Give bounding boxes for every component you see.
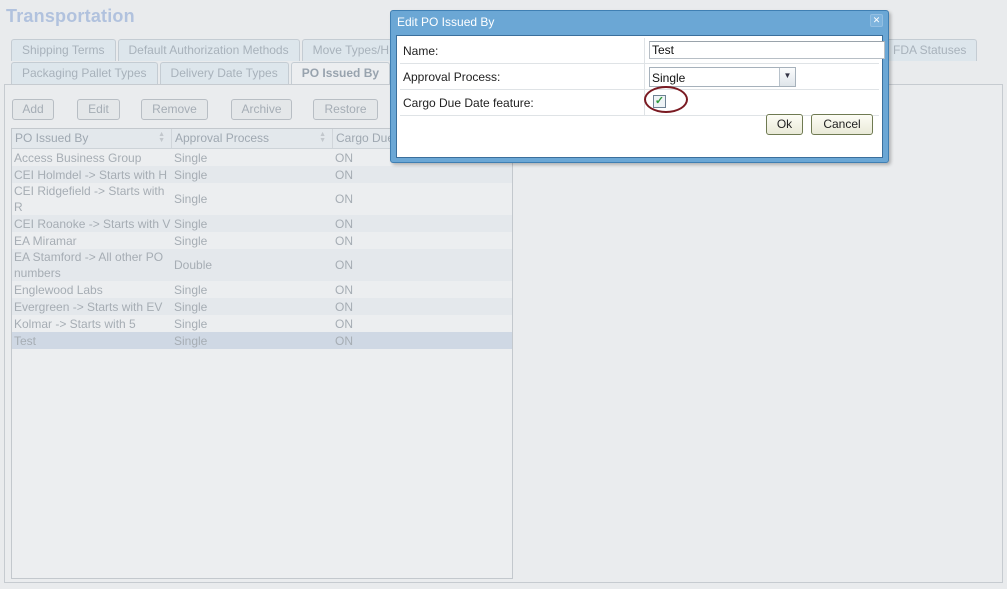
table-row[interactable]: Englewood Labs Single ON: [12, 281, 512, 298]
table-row[interactable]: Evergreen -> Starts with EV Single ON: [12, 298, 512, 315]
cargo-due-cell: ON: [335, 167, 353, 182]
tab-row-2: Packaging Pallet Types Delivery Date Typ…: [11, 62, 392, 86]
cargo-due-cell: ON: [335, 333, 353, 348]
cargo-due-cell: ON: [335, 233, 353, 248]
tab-delivery-date-types[interactable]: Delivery Date Types: [159, 62, 289, 84]
cargo-due-cell: ON: [335, 299, 353, 314]
ok-button[interactable]: Ok: [766, 114, 803, 135]
sort-icon: ▲ ▼: [158, 131, 165, 144]
approval-process-cell: Single: [174, 167, 208, 182]
column-header-label: Approval Process: [175, 131, 270, 145]
archive-button[interactable]: Archive: [231, 99, 292, 120]
cargo-due-cell: ON: [335, 192, 353, 206]
grid-body: Access Business Group Single ON CEI Holmdel…: [12, 149, 512, 349]
cargo-due-cell: ON: [335, 216, 353, 231]
po-issued-by-cell: Englewood Labs: [14, 282, 103, 297]
tab-po-issued-by[interactable]: PO Issued By: [290, 62, 391, 86]
table-row[interactable]: Kolmar -> Starts with 5 Single ON: [12, 315, 512, 332]
approval-process-cell: Single: [174, 216, 208, 231]
tab-default-authorization-methods[interactable]: Default Authorization Methods: [117, 39, 300, 61]
table-row[interactable]: Test Single ON: [12, 332, 512, 349]
dialog-body: Name: Approval Process: Single ▼ Cargo D…: [396, 35, 885, 158]
cargo-due-date-row: Cargo Due Date feature: ✓: [400, 86, 879, 116]
approval-process-cell: Single: [174, 192, 208, 206]
approval-process-cell: Single: [174, 333, 208, 348]
tab-move-types[interactable]: Move Types/H: [301, 39, 401, 61]
table-row[interactable]: EA Miramar Single ON: [12, 232, 512, 249]
po-issued-by-cell: Test: [14, 333, 37, 348]
approval-process-cell: Single: [174, 299, 208, 314]
po-issued-by-cell: CEI Ridgefield -> Starts with R: [14, 184, 165, 214]
approval-process-cell: Single: [174, 233, 208, 248]
field-divider: [644, 38, 645, 63]
column-header-approval-process[interactable]: Approval Process ▲ ▼: [172, 129, 333, 148]
approval-process-cell: Single: [174, 282, 208, 297]
cargo-due-cell: ON: [335, 316, 353, 331]
po-issued-by-cell: Evergreen -> Starts with EV: [14, 299, 163, 314]
tab-shipping-terms[interactable]: Shipping Terms: [11, 39, 116, 61]
dialog-title: Edit PO Issued By: [397, 15, 495, 29]
sort-icon: ▲ ▼: [319, 131, 326, 144]
field-divider: [644, 64, 645, 89]
po-issued-by-grid: PO Issued By ▲ ▼ Approval Process ▲ ▼ Carg…: [11, 128, 513, 579]
cancel-button[interactable]: Cancel: [811, 114, 873, 135]
tab-row-1: Shipping Terms Default Authorization Met…: [11, 39, 402, 61]
cargo-due-date-label: Cargo Due Date feature:: [403, 96, 534, 110]
approval-process-value: Single: [652, 71, 686, 85]
po-issued-by-cell: Kolmar -> Starts with 5: [14, 316, 136, 331]
annotation-circle: [644, 86, 688, 113]
tab-packaging-pallet-types[interactable]: Packaging Pallet Types: [11, 62, 158, 84]
tab-fda-statuses[interactable]: FDA Statuses: [882, 39, 978, 61]
table-row[interactable]: CEI Ridgefield -> Starts with R Single ON: [12, 183, 512, 215]
name-label: Name:: [403, 44, 439, 58]
table-row[interactable]: CEI Holmdel -> Starts with H Single ON: [12, 166, 512, 183]
restore-button[interactable]: Restore: [313, 99, 378, 120]
po-issued-by-cell: EA Stamford -> All other PO numbers: [14, 250, 164, 280]
cargo-due-cell: ON: [335, 258, 353, 272]
close-icon[interactable]: ✕: [870, 14, 883, 27]
po-issued-by-cell: CEI Holmdel -> Starts with H: [14, 167, 168, 182]
chevron-down-icon[interactable]: ▼: [779, 68, 795, 86]
table-row[interactable]: CEI Roanoke -> Starts with V Single ON: [12, 215, 512, 232]
edit-po-issued-by-dialog: Edit PO Issued By ✕ Name: Approval Proce…: [390, 10, 889, 163]
po-issued-by-cell: EA Miramar: [14, 233, 77, 248]
approval-process-label: Approval Process:: [403, 70, 501, 84]
approval-process-row: Approval Process: Single ▼: [400, 64, 879, 90]
approval-process-select[interactable]: Single ▼: [649, 67, 796, 87]
column-header-po-issued-by[interactable]: PO Issued By ▲ ▼: [12, 129, 172, 148]
po-issued-by-cell: CEI Roanoke -> Starts with V: [14, 216, 171, 231]
remove-button[interactable]: Remove: [141, 99, 208, 120]
name-field[interactable]: [649, 41, 885, 59]
name-row: Name:: [400, 38, 885, 64]
add-button[interactable]: Add: [12, 99, 54, 120]
po-issued-by-cell: Access Business Group: [14, 150, 142, 165]
table-row[interactable]: EA Stamford -> All other PO numbers Doubl…: [12, 249, 512, 281]
column-header-label: Cargo Due: [336, 131, 395, 145]
approval-process-cell: Single: [174, 150, 208, 165]
column-header-label: PO Issued By: [15, 131, 89, 145]
approval-process-cell: Double: [174, 258, 213, 272]
approval-process-cell: Single: [174, 316, 208, 331]
cargo-due-cell: ON: [335, 282, 353, 297]
edit-button[interactable]: Edit: [77, 99, 120, 120]
app-title: Transportation: [6, 6, 135, 26]
